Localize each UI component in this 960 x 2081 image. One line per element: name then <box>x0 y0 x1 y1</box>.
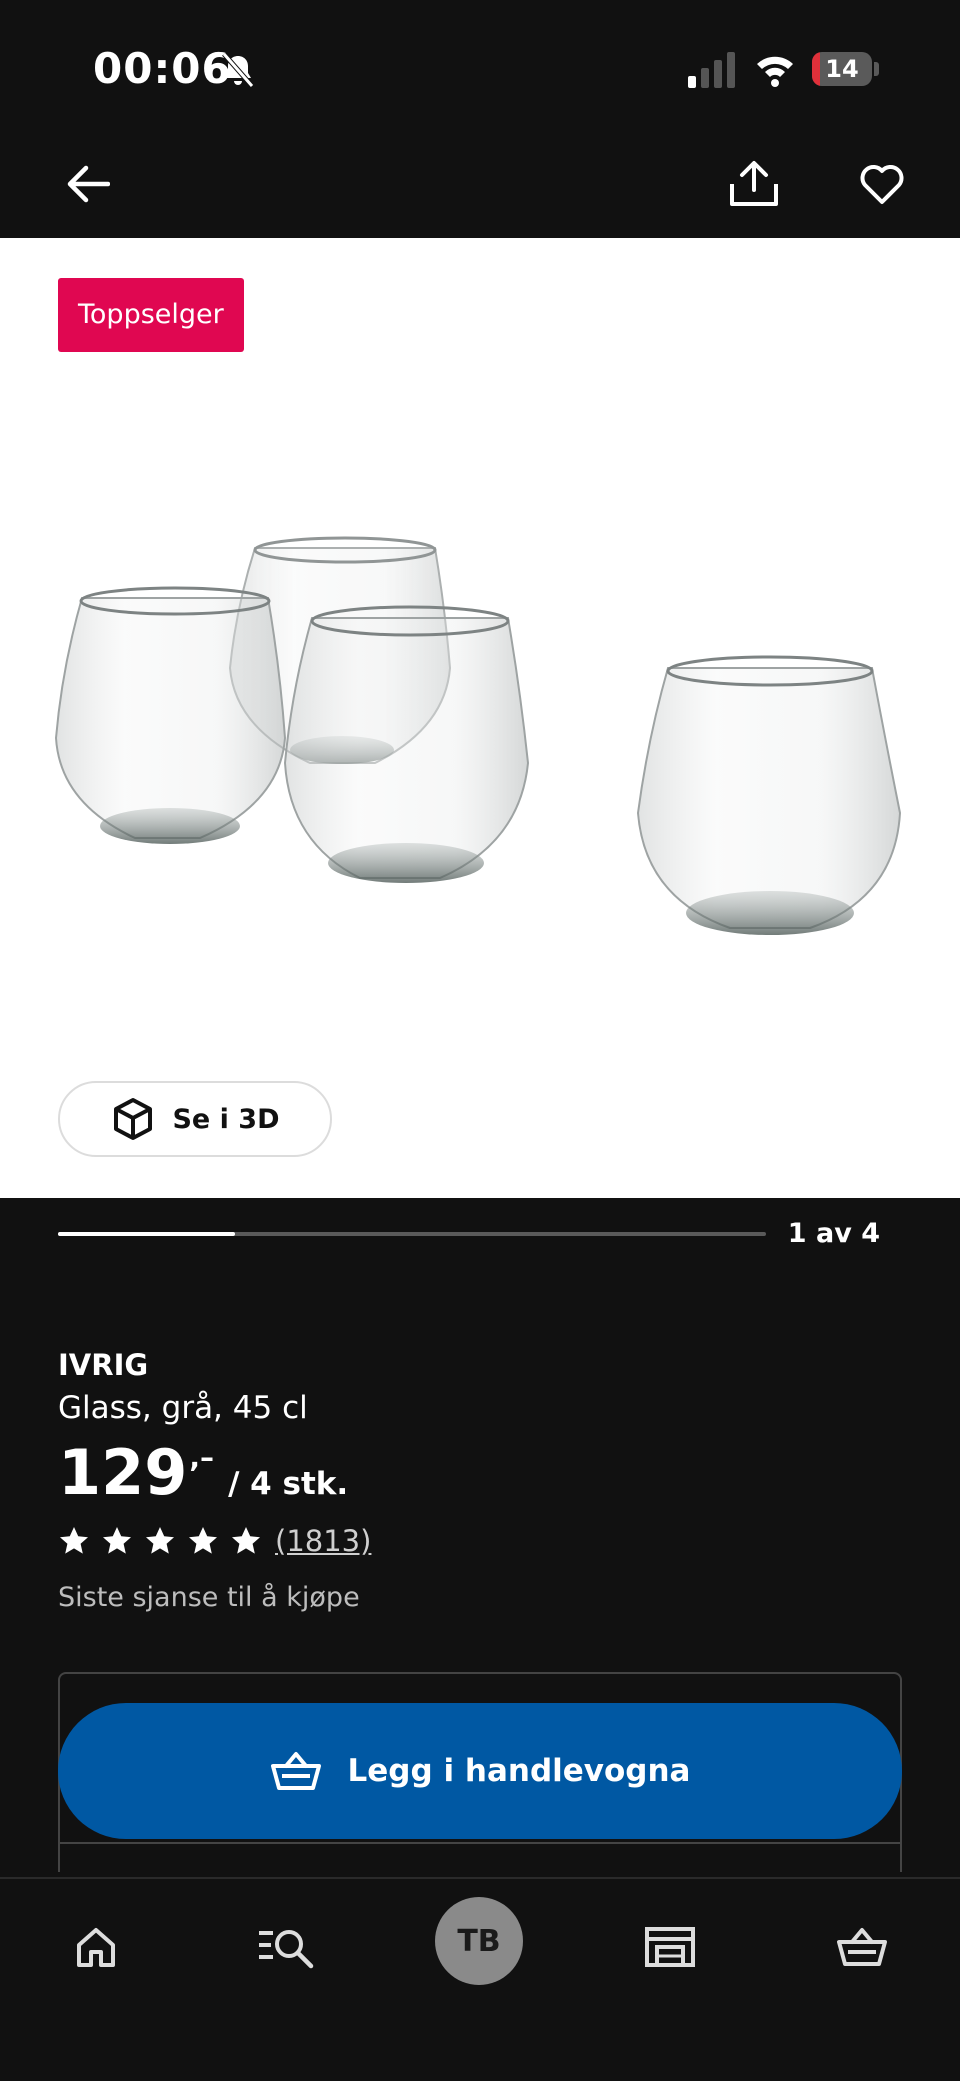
star-icon <box>232 1527 260 1554</box>
gallery-progress <box>58 1232 766 1236</box>
price-unit: / 4 stk. <box>228 1466 349 1502</box>
tab-home[interactable] <box>56 1907 136 1987</box>
rating-count-link[interactable]: (1813) <box>275 1524 371 1558</box>
status-time: 00:06 <box>93 44 232 93</box>
signal-icon <box>688 52 735 88</box>
availability-note: Siste sjanse til å kjøpe <box>58 1582 360 1613</box>
basket-icon <box>837 1928 887 1966</box>
bestseller-badge: Toppselger <box>58 278 244 352</box>
star-icon <box>103 1527 131 1554</box>
product-image[interactable] <box>40 458 920 1018</box>
product-price: 129 ,– / 4 stk. <box>58 1438 348 1530</box>
add-to-cart-label: Legg i handlevogna <box>347 1753 691 1789</box>
wifi-icon <box>757 56 793 87</box>
tab-cart[interactable] <box>822 1907 902 1987</box>
product-image-area[interactable]: Toppselger Se i 3D <box>0 238 960 1198</box>
battery-level: 14 <box>825 55 859 83</box>
back-button[interactable] <box>56 152 120 216</box>
stores-icon <box>645 1927 695 1967</box>
share-icon <box>730 161 778 206</box>
view-3d-button[interactable]: Se i 3D <box>58 1081 332 1157</box>
status-bar: 00:06 14 <box>0 0 960 130</box>
gallery-progress-fill <box>58 1232 235 1236</box>
battery-icon: 14 <box>812 50 880 88</box>
add-to-cart-button[interactable]: Legg i handlevogna <box>58 1703 902 1839</box>
gallery-pager: 1 av 4 <box>787 1218 880 1249</box>
product-name: IVRIG <box>58 1348 149 1382</box>
star-icon <box>146 1527 174 1554</box>
bottom-tab-bar: TB <box>0 1877 960 2081</box>
product-description: Glass, grå, 45 cl <box>58 1390 308 1426</box>
top-nav <box>0 130 960 238</box>
tab-search[interactable] <box>246 1907 326 1987</box>
share-button[interactable] <box>722 152 786 216</box>
rating-stars <box>58 1525 273 1557</box>
heart-icon <box>860 165 904 204</box>
star-icon <box>60 1527 88 1554</box>
price-suffix: ,– <box>189 1441 215 1474</box>
search-icon <box>259 1930 314 1969</box>
purchase-card-divider <box>58 1842 902 1844</box>
back-arrow-icon <box>67 165 110 203</box>
bell-slash-icon <box>222 52 254 88</box>
tab-stores[interactable] <box>630 1907 710 1987</box>
price-value: 129 <box>58 1436 188 1509</box>
favorite-button[interactable] <box>850 152 914 216</box>
basket-icon <box>270 1752 321 1790</box>
avatar[interactable]: TB <box>435 1897 523 1985</box>
rating[interactable]: (1813) <box>58 1524 371 1558</box>
home-icon <box>77 1928 115 1967</box>
star-icon <box>189 1527 217 1554</box>
view-3d-label: Se i 3D <box>172 1103 280 1135</box>
cube-icon <box>114 1098 153 1140</box>
